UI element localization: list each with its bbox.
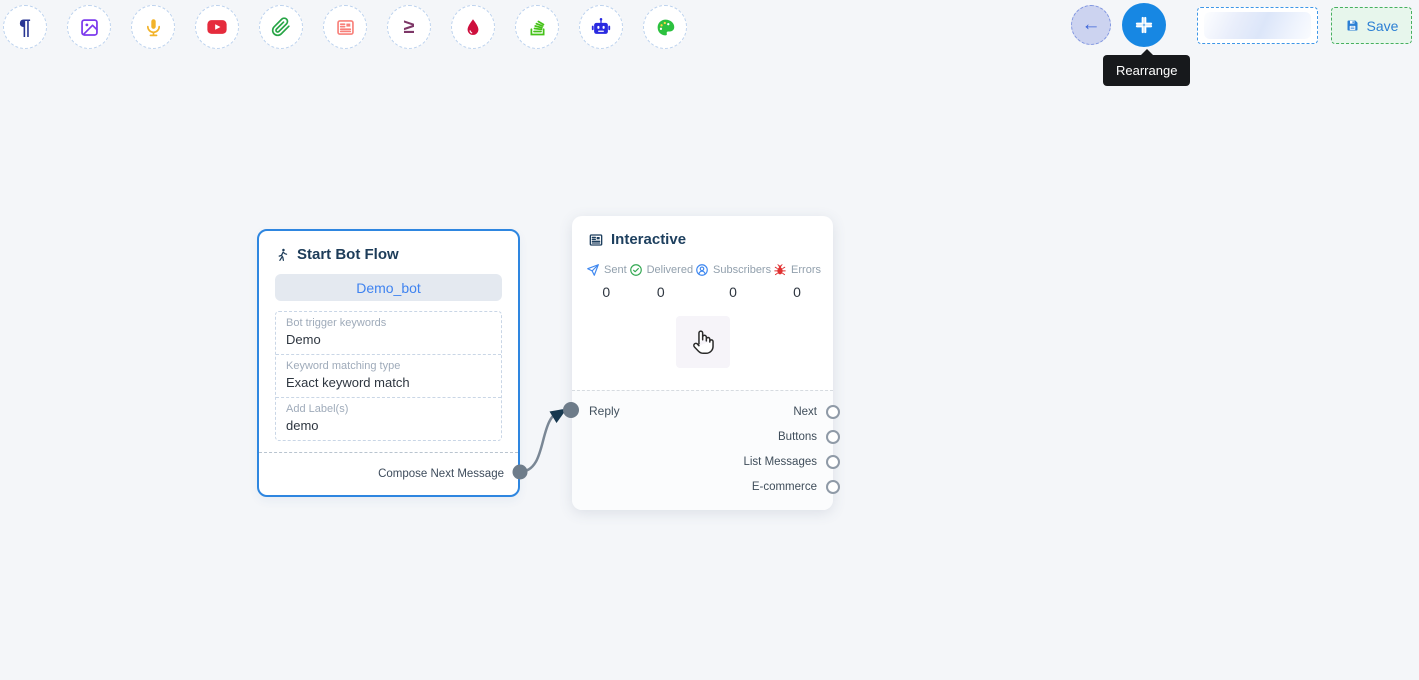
stat-label: Subscribers <box>713 264 771 276</box>
drip-element-button[interactable] <box>451 5 495 49</box>
paragraph-icon: ¶ <box>19 17 31 38</box>
output-handle-dot[interactable] <box>826 405 840 419</box>
connector-edge <box>520 411 562 473</box>
greater-equal-icon: ≥ <box>404 17 415 37</box>
stat-value: 0 <box>657 284 665 300</box>
save-label: Save <box>1367 18 1399 34</box>
output-label: List Messages <box>743 456 817 468</box>
stat-label: Sent <box>604 264 627 276</box>
compose-next-message-handle[interactable]: Compose Next Message <box>259 452 518 495</box>
arrow-left-icon: ← <box>1082 14 1101 36</box>
text-element-button[interactable]: ¶ <box>3 5 47 49</box>
floppy-icon <box>1345 18 1360 33</box>
card-element-button[interactable] <box>323 5 367 49</box>
newspaper-icon <box>588 232 604 248</box>
rearrange-button[interactable] <box>1122 3 1166 47</box>
stat-subscribers: Subscribers 0 <box>695 263 771 300</box>
start-node-settings: Bot trigger keywords Demo Keyword matchi… <box>275 311 502 441</box>
field-bot-trigger-keywords[interactable]: Bot trigger keywords Demo <box>276 312 501 354</box>
person-walking-icon <box>275 247 290 263</box>
robot-icon <box>590 16 612 38</box>
stat-errors: Errors 0 <box>773 263 821 300</box>
bug-icon <box>773 263 787 277</box>
video-element-button[interactable] <box>195 5 239 49</box>
connector-arrowhead <box>550 409 568 424</box>
subscriber-icon <box>695 263 709 277</box>
palette-icon <box>655 17 676 38</box>
newspaper-icon <box>335 17 356 38</box>
field-value: demo <box>286 418 491 433</box>
youtube-icon <box>206 16 228 38</box>
start-node-title: Start Bot Flow <box>297 246 399 263</box>
image-element-button[interactable] <box>67 5 111 49</box>
back-button[interactable]: ← <box>1071 5 1111 45</box>
element-toolbar: ¶ ≥ <box>3 5 687 49</box>
audio-element-button[interactable] <box>131 5 175 49</box>
rearrange-tooltip: Rearrange <box>1103 55 1190 86</box>
stack-icon <box>527 17 548 38</box>
field-value: Demo <box>286 332 491 347</box>
field-value: Exact keyword match <box>286 375 491 390</box>
stat-value: 0 <box>602 284 610 300</box>
output-label: Next <box>793 406 817 418</box>
image-icon <box>79 17 100 38</box>
file-element-button[interactable] <box>259 5 303 49</box>
flow-builder-canvas: ¶ ≥ ← <box>0 0 1419 680</box>
output-ecommerce[interactable]: E-commerce <box>743 474 833 499</box>
stat-sent: Sent 0 <box>586 263 627 300</box>
sequence-element-button[interactable] <box>515 5 559 49</box>
condition-element-button[interactable]: ≥ <box>387 5 431 49</box>
theme-element-button[interactable] <box>643 5 687 49</box>
interactive-node-title: Interactive <box>611 231 686 248</box>
field-label: Add Label(s) <box>286 403 491 415</box>
stat-label: Delivered <box>647 264 693 276</box>
node-stats: Sent 0 Delivered 0 Subscribers 0 <box>572 257 833 300</box>
output-list-messages[interactable]: List Messages <box>743 449 833 474</box>
stat-value: 0 <box>793 284 801 300</box>
stat-value: 0 <box>729 284 737 300</box>
stat-label: Errors <box>791 264 821 276</box>
output-handle-dot[interactable] <box>826 480 840 494</box>
hand-pointer-icon <box>689 327 717 357</box>
flow-name-value <box>1204 12 1311 39</box>
stat-delivered: Delivered 0 <box>629 263 693 300</box>
interactive-node-footer: Reply Next Buttons List Messages E-comme… <box>572 390 833 510</box>
bot-name-chip[interactable]: Demo_bot <box>275 274 502 301</box>
output-next[interactable]: Next <box>743 399 833 424</box>
output-handle-dot[interactable] <box>826 430 840 444</box>
bot-element-button[interactable] <box>579 5 623 49</box>
check-circle-icon <box>629 263 643 277</box>
paperclip-icon <box>271 17 291 37</box>
save-button[interactable]: Save <box>1331 7 1412 44</box>
send-icon <box>586 263 600 277</box>
output-buttons[interactable]: Buttons <box>743 424 833 449</box>
compress-icon <box>1134 15 1154 35</box>
field-add-labels[interactable]: Add Label(s) demo <box>276 397 501 440</box>
microphone-icon <box>143 17 164 38</box>
cursor-highlight <box>676 316 730 368</box>
start-node-header: Start Bot Flow <box>259 231 518 272</box>
start-bot-flow-node[interactable]: Start Bot Flow Demo_bot Bot trigger keyw… <box>257 229 520 497</box>
output-handles: Next Buttons List Messages E-commerce <box>743 399 833 499</box>
field-label: Bot trigger keywords <box>286 317 491 329</box>
field-label: Keyword matching type <box>286 360 491 372</box>
output-handle-dot[interactable] <box>826 455 840 469</box>
reply-input-handle[interactable]: Reply <box>589 404 620 418</box>
flow-name-input[interactable] <box>1197 7 1318 44</box>
interactive-node[interactable]: Interactive Sent 0 Delivered 0 <box>572 216 833 510</box>
field-keyword-matching-type[interactable]: Keyword matching type Exact keyword matc… <box>276 354 501 397</box>
droplet-icon <box>463 17 483 37</box>
output-label: Buttons <box>778 431 817 443</box>
interactive-node-header: Interactive <box>572 216 833 257</box>
output-label: E-commerce <box>752 481 817 493</box>
